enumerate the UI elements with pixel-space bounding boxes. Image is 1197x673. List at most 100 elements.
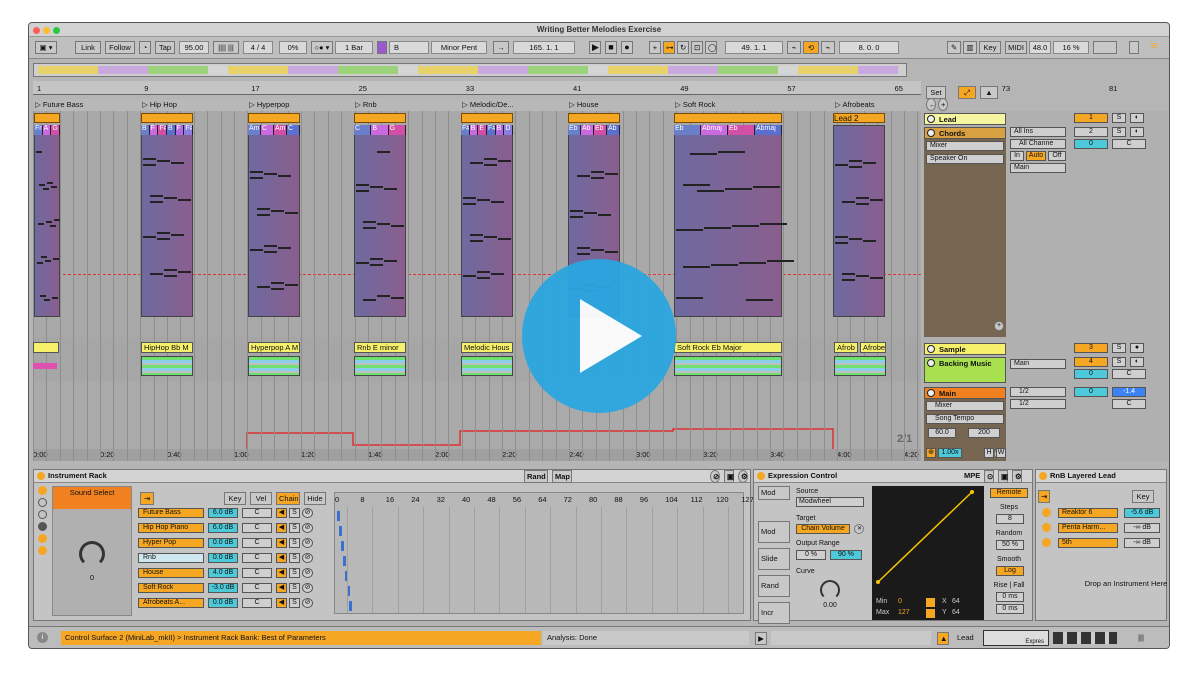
- prev-icon[interactable]: ←: [926, 98, 937, 111]
- midi-note[interactable]: [377, 295, 390, 297]
- midi-note[interactable]: [53, 258, 59, 260]
- midi-note[interactable]: [384, 260, 397, 262]
- midi-note[interactable]: [484, 164, 497, 166]
- midi-note[interactable]: [40, 295, 46, 297]
- sound-select-knob[interactable]: [79, 541, 105, 567]
- chain-name[interactable]: Soft Rock: [138, 583, 204, 593]
- width-toggle-button[interactable]: W: [996, 448, 1006, 458]
- chain-volume[interactable]: 4.0 dB: [208, 568, 238, 578]
- midi-note[interactable]: [704, 227, 731, 229]
- midi-note[interactable]: [38, 223, 44, 225]
- speaker-icon[interactable]: ◀: [276, 568, 287, 578]
- chain-name[interactable]: Hip Hop Piano: [138, 523, 204, 533]
- sample-clip[interactable]: [33, 342, 59, 353]
- backing-output-select[interactable]: Main: [1010, 359, 1066, 369]
- track-fold-icon[interactable]: [927, 389, 935, 397]
- midi-note[interactable]: [470, 162, 483, 164]
- record-icon[interactable]: ●: [621, 41, 633, 54]
- save-preset-icon[interactable]: ▣: [998, 470, 1008, 483]
- midi-note[interactable]: [150, 201, 163, 203]
- fall-field[interactable]: 0 ms: [996, 604, 1024, 614]
- automation-arm-icon[interactable]: ⊶: [663, 41, 675, 54]
- midi-note[interactable]: [271, 210, 284, 212]
- midi-note[interactable]: [356, 184, 369, 186]
- track-fold-icon[interactable]: [927, 129, 935, 137]
- rnb-chain-volume[interactable]: -∞ dB: [1124, 523, 1160, 533]
- midi-note[interactable]: [171, 234, 184, 236]
- curve-knob[interactable]: [820, 580, 840, 600]
- chain-volume[interactable]: 0.0 dB: [208, 598, 238, 608]
- midi-note[interactable]: [52, 297, 58, 299]
- midi-note[interactable]: [46, 221, 52, 223]
- midi-note[interactable]: [377, 223, 390, 225]
- rnb-chain-volume[interactable]: -5.6 dB: [1124, 508, 1160, 518]
- track-fold-icon[interactable]: [927, 345, 935, 353]
- play-video-button[interactable]: [522, 259, 676, 413]
- sample-clip[interactable]: Afrob: [834, 342, 858, 353]
- pan-knob[interactable]: C: [1112, 139, 1146, 149]
- draw-mode-icon[interactable]: ✎: [947, 41, 961, 54]
- output-select[interactable]: Main: [1010, 163, 1066, 173]
- settings-icon[interactable]: ⚙: [738, 470, 748, 483]
- automation-device-select[interactable]: Mixer: [926, 401, 1004, 411]
- midi-note[interactable]: [591, 177, 604, 179]
- arm-icon[interactable]: ◐: [1130, 357, 1144, 367]
- midi-note[interactable]: [842, 201, 855, 203]
- chain-pan[interactable]: C: [242, 508, 272, 518]
- midi-note[interactable]: [363, 299, 376, 301]
- midi-note[interactable]: [257, 286, 270, 288]
- chain-zone-bar[interactable]: [341, 541, 344, 551]
- max-value[interactable]: 127: [898, 609, 910, 616]
- midi-note[interactable]: [370, 258, 383, 260]
- solo-button[interactable]: S: [289, 598, 300, 608]
- monitor-in-button[interactable]: In: [1010, 151, 1024, 161]
- midi-note[interactable]: [835, 236, 848, 238]
- midi-note[interactable]: [605, 173, 618, 175]
- solo-button[interactable]: S: [289, 568, 300, 578]
- midi-note[interactable]: [143, 236, 156, 238]
- section-marker[interactable]: ▷ Hip Hop: [142, 100, 177, 109]
- input-select[interactable]: All Ins: [1010, 127, 1066, 137]
- midi-note[interactable]: [285, 284, 298, 286]
- chord-clip-header[interactable]: Lead 2: [833, 113, 885, 123]
- chain-volume[interactable]: 0.0 dB: [208, 538, 238, 548]
- chain-volume[interactable]: 6.0 dB: [208, 508, 238, 518]
- midi-note[interactable]: [753, 186, 780, 188]
- midi-note[interactable]: [739, 262, 766, 264]
- midi-note[interactable]: [863, 162, 876, 164]
- midi-note[interactable]: [725, 188, 752, 190]
- section-marker[interactable]: ▷ Soft Rock: [675, 100, 715, 109]
- expression-tab[interactable]: Incr: [758, 602, 790, 624]
- quantize-select[interactable]: 1 Bar: [335, 41, 373, 54]
- midi-note[interactable]: [271, 288, 284, 290]
- follow-arrow-icon[interactable]: →: [493, 41, 509, 54]
- midi-note[interactable]: [278, 175, 291, 177]
- midi-note[interactable]: [732, 225, 759, 227]
- midi-note[interactable]: [463, 275, 476, 277]
- tempo-min-field[interactable]: 60.0: [928, 428, 956, 438]
- expression-tab[interactable]: Rand: [758, 575, 790, 597]
- remote-button[interactable]: Remote: [990, 488, 1028, 498]
- midi-note[interactable]: [164, 275, 177, 277]
- solo-button[interactable]: S: [289, 583, 300, 593]
- chain-pan[interactable]: C: [242, 598, 272, 608]
- midi-note[interactable]: [178, 271, 191, 273]
- chain-arrow-icon[interactable]: ⇥: [140, 492, 154, 505]
- section-marker[interactable]: ▷ Afrobeats: [835, 100, 875, 109]
- info-icon[interactable]: i: [37, 632, 48, 643]
- midi-note[interactable]: [760, 223, 787, 225]
- midi-note[interactable]: [849, 160, 862, 162]
- device-chain-thumbnail[interactable]: Expres: [983, 630, 1049, 646]
- chain-list-icon[interactable]: [38, 534, 47, 543]
- speaker-icon[interactable]: ◀: [276, 598, 287, 608]
- chain-pan[interactable]: C: [242, 583, 272, 593]
- tempo-max-field[interactable]: 200: [968, 428, 1000, 438]
- midi-note[interactable]: [863, 240, 876, 242]
- remove-macro-icon[interactable]: [38, 510, 47, 519]
- midi-note[interactable]: [363, 227, 376, 229]
- midi-note[interactable]: [377, 151, 390, 153]
- channel-select[interactable]: All Channe: [1010, 139, 1066, 149]
- device-power-icon[interactable]: [37, 472, 45, 480]
- chain-row[interactable]: House 4.0 dB C ◀ S ⊘: [118, 568, 313, 581]
- mpe-settings-icon[interactable]: ⊙: [984, 470, 994, 483]
